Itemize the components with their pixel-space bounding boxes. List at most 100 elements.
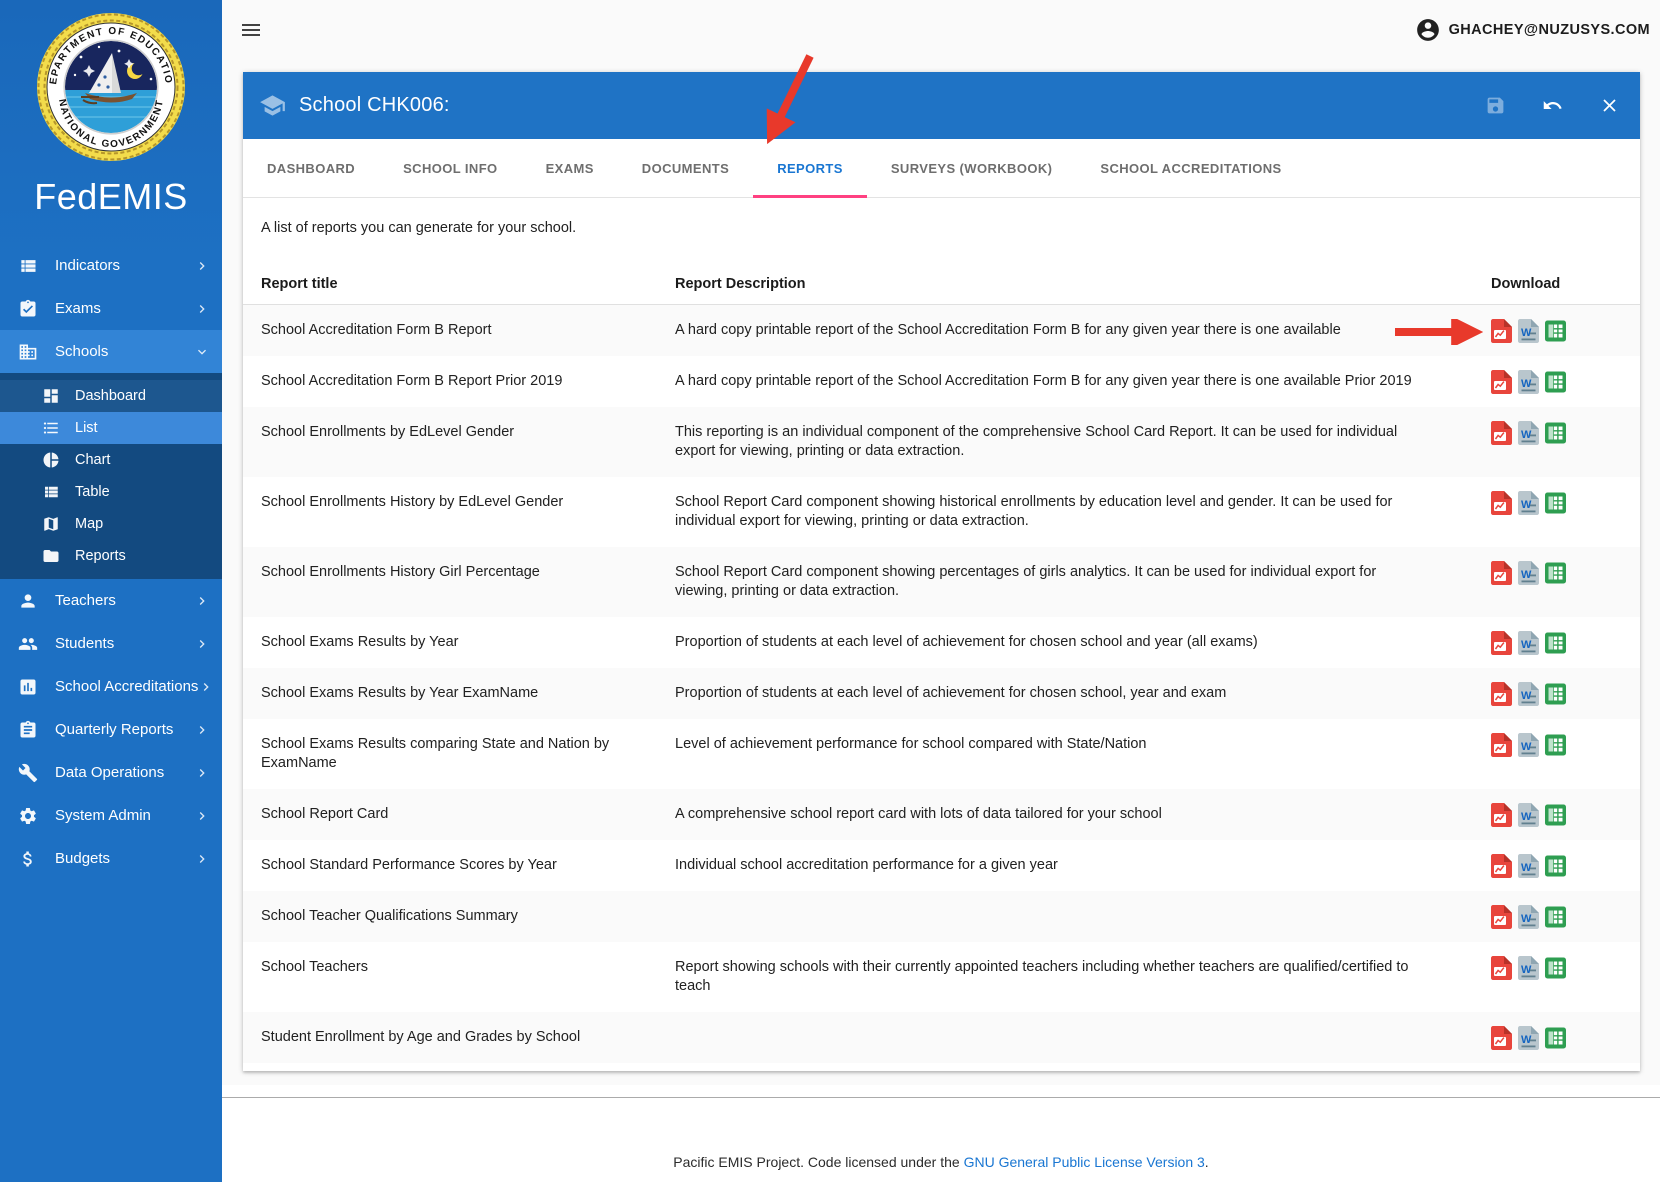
word-download-icon[interactable]: W xyxy=(1518,319,1539,343)
excel-download-icon[interactable] xyxy=(1545,421,1566,445)
table-row: School Enrollments History Girl Percenta… xyxy=(243,547,1640,617)
report-description: This reporting is an individual componen… xyxy=(675,407,1482,477)
pdf-download-icon[interactable] xyxy=(1491,491,1512,515)
pdf-download-icon[interactable] xyxy=(1491,905,1512,929)
sidebar-subitem-label: Table xyxy=(75,484,110,500)
download-actions: W xyxy=(1482,356,1622,406)
chevron-right-icon xyxy=(194,593,210,609)
download-actions: W xyxy=(1482,891,1622,941)
sidebar-item-label: Quarterly Reports xyxy=(55,721,173,738)
word-download-icon[interactable]: W xyxy=(1518,956,1539,980)
word-download-icon[interactable]: W xyxy=(1518,421,1539,445)
app-title: FedEMIS xyxy=(0,176,222,218)
sidebar-item-students[interactable]: Students xyxy=(0,622,222,665)
sidebar-subitem-label: List xyxy=(75,420,98,436)
pdf-download-icon[interactable] xyxy=(1491,733,1512,757)
table-row: School Accreditation Form B Report A har… xyxy=(243,305,1640,356)
excel-download-icon[interactable] xyxy=(1545,682,1566,706)
tab-exams[interactable]: EXAMS xyxy=(522,139,618,197)
report-title: Student Enrollment by Age and Grades by … xyxy=(261,1012,675,1063)
tab-dashboard[interactable]: DASHBOARD xyxy=(243,139,379,197)
report-description: Level of achievement performance for sch… xyxy=(675,719,1482,770)
word-download-icon[interactable]: W xyxy=(1518,561,1539,585)
clipboard-check-icon xyxy=(18,299,38,319)
sidebar-item-system-admin[interactable]: System Admin xyxy=(0,794,222,837)
chevron-right-icon xyxy=(194,808,210,824)
footer-period: . xyxy=(1205,1154,1209,1170)
sidebar-subitem-reports[interactable]: Reports xyxy=(0,540,222,572)
pdf-download-icon[interactable] xyxy=(1491,1026,1512,1050)
excel-download-icon[interactable] xyxy=(1545,733,1566,757)
report-description xyxy=(675,1012,1482,1044)
tab-surveys-workbook[interactable]: SURVEYS (WORKBOOK) xyxy=(867,139,1077,197)
reports-intro-text: A list of reports you can generate for y… xyxy=(243,198,1640,242)
sidebar-item-school-accreditations[interactable]: School Accreditations xyxy=(0,665,222,708)
user-menu[interactable]: GHACHEY@NUZUSYS.COM xyxy=(1415,17,1650,43)
tab-school-info[interactable]: SCHOOL INFO xyxy=(379,139,521,197)
table-row: School Report Card A comprehensive schoo… xyxy=(243,789,1640,840)
sidebar-item-label: Teachers xyxy=(55,592,116,609)
folder-icon xyxy=(42,547,60,565)
excel-download-icon[interactable] xyxy=(1545,561,1566,585)
sidebar-subitem-dashboard[interactable]: Dashboard xyxy=(0,380,222,412)
tab-documents[interactable]: DOCUMENTS xyxy=(618,139,753,197)
excel-download-icon[interactable] xyxy=(1545,631,1566,655)
sidebar-item-teachers[interactable]: Teachers xyxy=(0,579,222,622)
tab-bar: DASHBOARDSCHOOL INFOEXAMSDOCUMENTSREPORT… xyxy=(243,139,1640,198)
pdf-download-icon[interactable] xyxy=(1491,319,1512,343)
sidebar-item-label: Data Operations xyxy=(55,764,164,781)
sidebar-subitem-map[interactable]: Map xyxy=(0,508,222,540)
pdf-download-icon[interactable] xyxy=(1491,370,1512,394)
word-download-icon[interactable]: W xyxy=(1518,1026,1539,1050)
sidebar-subitem-list[interactable]: List xyxy=(0,412,222,444)
word-download-icon[interactable]: W xyxy=(1518,803,1539,827)
word-download-icon[interactable]: W xyxy=(1518,682,1539,706)
sidebar-item-indicators[interactable]: Indicators xyxy=(0,244,222,287)
pdf-download-icon[interactable] xyxy=(1491,631,1512,655)
report-description: A hard copy printable report of the Scho… xyxy=(675,305,1482,356)
undo-icon[interactable] xyxy=(1542,95,1563,116)
tab-reports[interactable]: REPORTS xyxy=(753,139,867,197)
menu-icon[interactable] xyxy=(239,18,263,42)
excel-download-icon[interactable] xyxy=(1545,956,1566,980)
pdf-download-icon[interactable] xyxy=(1491,682,1512,706)
sidebar-item-exams[interactable]: Exams xyxy=(0,287,222,330)
pdf-download-icon[interactable] xyxy=(1491,956,1512,980)
excel-download-icon[interactable] xyxy=(1545,319,1566,343)
sidebar: DEPARTMENT OF EDUCATION NATIONAL GOVERNM… xyxy=(0,0,222,1182)
pdf-download-icon[interactable] xyxy=(1491,854,1512,878)
excel-download-icon[interactable] xyxy=(1545,1026,1566,1050)
sidebar-subitem-table[interactable]: Table xyxy=(0,476,222,508)
pdf-download-icon[interactable] xyxy=(1491,561,1512,585)
excel-download-icon[interactable] xyxy=(1545,803,1566,827)
sidebar-item-data-operations[interactable]: Data Operations xyxy=(0,751,222,794)
sidebar-subitem-chart[interactable]: Chart xyxy=(0,444,222,476)
report-description: Proportion of students at each level of … xyxy=(675,668,1482,719)
word-download-icon[interactable]: W xyxy=(1518,733,1539,757)
pdf-download-icon[interactable] xyxy=(1491,803,1512,827)
sidebar-item-budgets[interactable]: Budgets xyxy=(0,837,222,880)
dashboard-icon xyxy=(42,387,60,405)
column-header-download: Download xyxy=(1482,276,1622,292)
gnu-license-link[interactable]: GNU General Public License Version 3 xyxy=(964,1154,1205,1170)
excel-download-icon[interactable] xyxy=(1545,854,1566,878)
download-actions: W xyxy=(1482,477,1622,527)
save-icon[interactable] xyxy=(1485,95,1506,116)
word-download-icon[interactable]: W xyxy=(1518,370,1539,394)
close-icon[interactable] xyxy=(1599,95,1620,116)
tab-school-accreditations[interactable]: SCHOOL ACCREDITATIONS xyxy=(1076,139,1305,197)
word-download-icon[interactable]: W xyxy=(1518,854,1539,878)
table-row: School Standard Performance Scores by Ye… xyxy=(243,840,1640,891)
excel-download-icon[interactable] xyxy=(1545,905,1566,929)
sidebar-item-schools[interactable]: Schools xyxy=(0,330,222,373)
clipboard-text-icon xyxy=(18,720,38,740)
word-download-icon[interactable]: W xyxy=(1518,491,1539,515)
chevron-right-icon xyxy=(194,636,210,652)
excel-download-icon[interactable] xyxy=(1545,370,1566,394)
excel-download-icon[interactable] xyxy=(1545,491,1566,515)
report-title: School Exams Results by Year ExamName xyxy=(261,668,675,719)
sidebar-item-quarterly-reports[interactable]: Quarterly Reports xyxy=(0,708,222,751)
pdf-download-icon[interactable] xyxy=(1491,421,1512,445)
word-download-icon[interactable]: W xyxy=(1518,631,1539,655)
word-download-icon[interactable]: W xyxy=(1518,905,1539,929)
